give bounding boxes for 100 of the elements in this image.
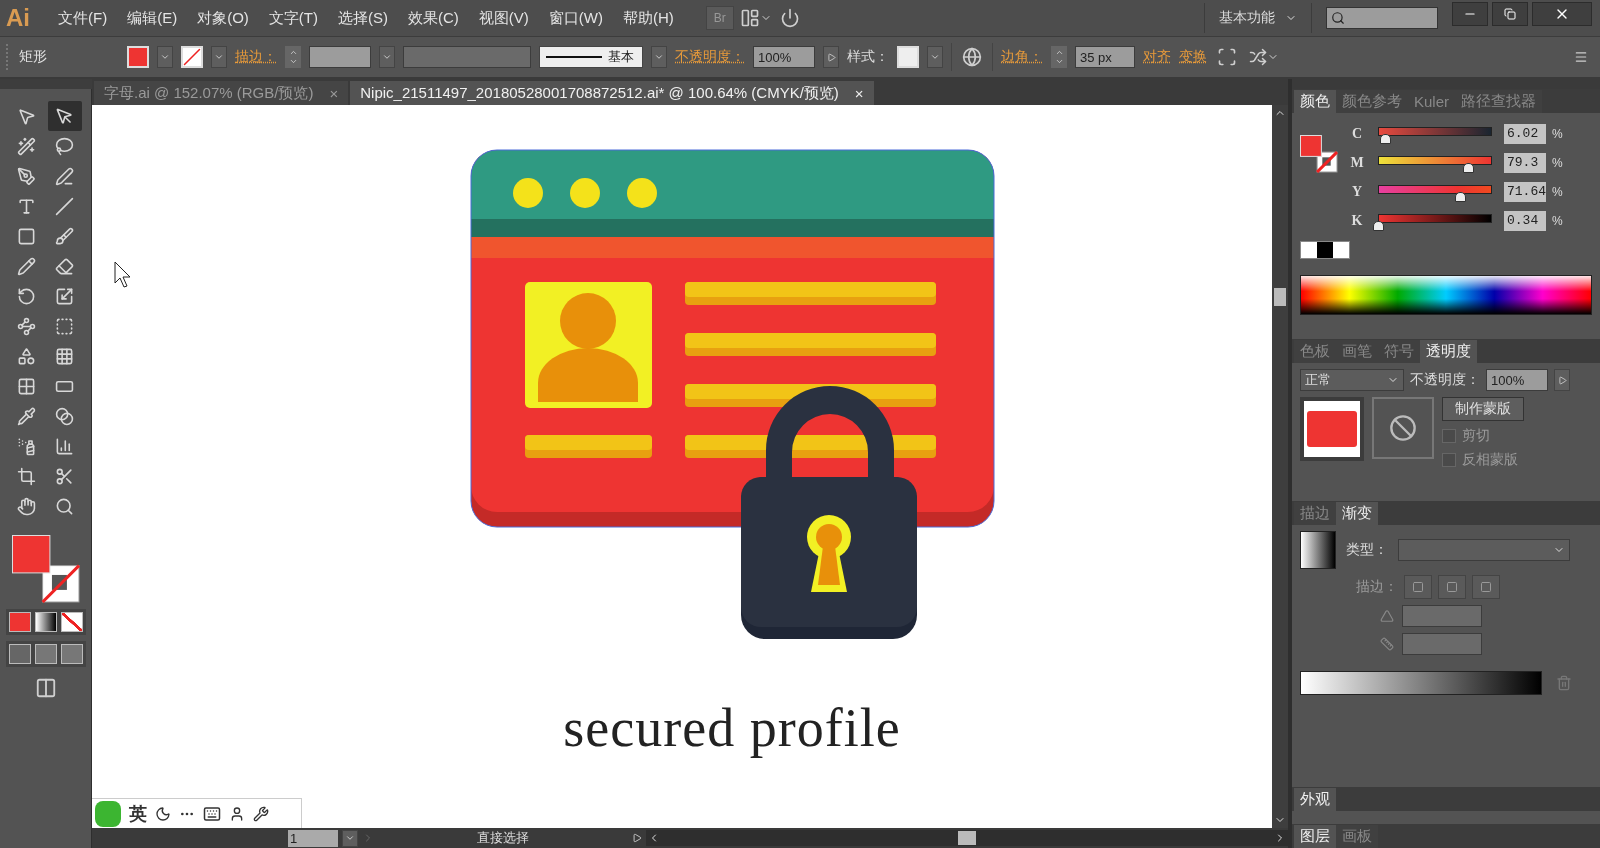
- fill-stroke-swatch[interactable]: [11, 535, 80, 603]
- menu-item[interactable]: 文件(F): [50, 4, 116, 32]
- panel-tab[interactable]: 颜色: [1294, 90, 1336, 113]
- cursor-icon: [114, 261, 131, 288]
- workspace-switcher[interactable]: 基本功能: [1204, 3, 1312, 33]
- checkbox-label: 剪切: [1462, 427, 1490, 445]
- unit-label: %: [1552, 184, 1563, 199]
- make-mask-button[interactable]: 制作蒙版: [1442, 397, 1524, 421]
- channel-value-field[interactable]: 6.02: [1504, 123, 1546, 144]
- slider-thumb[interactable]: [1454, 191, 1466, 202]
- recolor-button[interactable]: [960, 45, 984, 69]
- stroke-weight-field[interactable]: [309, 46, 371, 68]
- profile-field[interactable]: [403, 46, 531, 68]
- fill-swatch[interactable]: [127, 46, 149, 68]
- document-tab[interactable]: Nipic_21511497_20180528001708872512.ai* @ 100.64% (CMYK/预览) ×: [350, 81, 874, 105]
- rotate-icon: [17, 286, 36, 306]
- close-button[interactable]: [1532, 2, 1592, 26]
- unit-label: %: [1552, 126, 1563, 141]
- panel-tab[interactable]: 图层: [1294, 825, 1336, 848]
- draw-mode-button[interactable]: [8, 644, 31, 664]
- panel-tab[interactable]: 渐变: [1336, 502, 1378, 525]
- object-thumbnail[interactable]: [1300, 397, 1364, 461]
- pencil-icon: [17, 256, 36, 276]
- channel-value-field[interactable]: 0.34: [1504, 210, 1546, 231]
- default-swatches[interactable]: [1300, 241, 1350, 259]
- restore-button[interactable]: [1492, 2, 1528, 26]
- slider-thumb[interactable]: [1463, 162, 1475, 173]
- stroke-link[interactable]: 描边：: [235, 48, 277, 66]
- grip-handle[interactable]: [6, 44, 11, 70]
- draw-mode-button[interactable]: [34, 644, 57, 664]
- angle-field[interactable]: [1402, 605, 1482, 627]
- caret-icon: [930, 52, 940, 62]
- stepper[interactable]: [1051, 46, 1067, 68]
- menu-item[interactable]: 对象(O): [189, 4, 257, 32]
- caret-icon: [654, 52, 664, 62]
- opacity-link[interactable]: 不透明度：: [675, 48, 745, 66]
- menu-item[interactable]: 视图(V): [470, 4, 537, 32]
- color-spectrum[interactable]: [1300, 275, 1592, 315]
- artboard-field[interactable]: 1: [288, 829, 338, 847]
- search-field[interactable]: [1326, 7, 1438, 29]
- type-label: 类型：: [1346, 541, 1388, 559]
- panel-link[interactable]: 对齐: [1143, 48, 1171, 66]
- dropdown-button[interactable]: [342, 829, 358, 847]
- stroke-gradient-button[interactable]: [1438, 575, 1466, 599]
- slider-thumb[interactable]: [1379, 133, 1391, 144]
- draw-mode-button[interactable]: [60, 644, 83, 664]
- panel-link[interactable]: 变换: [1179, 48, 1207, 66]
- slider-thumb[interactable]: [1373, 220, 1385, 231]
- none-mode-button[interactable]: [60, 612, 83, 632]
- menu-item[interactable]: 帮助(H): [614, 4, 682, 32]
- dashed-square-icon: [55, 316, 74, 336]
- stroke-gradient-button[interactable]: [1472, 575, 1500, 599]
- checkbox[interactable]: [1442, 453, 1456, 467]
- menu-item[interactable]: 文字(T): [260, 4, 326, 32]
- channel-value-field[interactable]: 79.3: [1504, 152, 1546, 173]
- panel-tab[interactable]: 透明度: [1420, 340, 1477, 363]
- color-mode-button[interactable]: [8, 612, 31, 632]
- mask-thumbnail[interactable]: [1372, 397, 1434, 459]
- corner-field[interactable]: 35 px: [1075, 46, 1135, 68]
- ime-mode[interactable]: 英: [129, 802, 147, 826]
- fill-stroke-swatch[interactable]: [1300, 135, 1338, 173]
- scroll-thumb[interactable]: [1274, 287, 1286, 306]
- opacity-field[interactable]: 100%: [1486, 369, 1548, 391]
- stroke-swatch[interactable]: [181, 46, 203, 68]
- gradient-swatch[interactable]: [1300, 531, 1336, 569]
- aspect-ratio-field[interactable]: [1402, 633, 1482, 655]
- restore-icon: [1504, 8, 1516, 20]
- vertical-scrollbar[interactable]: [1272, 105, 1288, 828]
- play-button[interactable]: [1554, 369, 1570, 391]
- scale-icon: [55, 286, 74, 306]
- wand-icon: [17, 136, 36, 156]
- stroke-gradient-button[interactable]: [1404, 575, 1432, 599]
- up-icon: [1054, 48, 1064, 57]
- stroke-style-dropdown[interactable]: 基本: [539, 46, 643, 68]
- style-swatch[interactable]: [897, 46, 919, 68]
- menu-item[interactable]: 窗口(W): [540, 4, 611, 32]
- direct-selection-tool[interactable]: [47, 101, 82, 131]
- panel-tab[interactable]: 外观: [1294, 788, 1336, 811]
- circles-icon: [55, 406, 74, 426]
- menu-item[interactable]: 效果(C): [400, 4, 467, 32]
- opacity-field[interactable]: 100%: [753, 46, 815, 68]
- tab-close[interactable]: ×: [329, 84, 339, 102]
- caret-icon: [345, 833, 355, 843]
- minimize-button[interactable]: [1452, 2, 1488, 26]
- tab-close[interactable]: ×: [854, 84, 864, 102]
- menu-item[interactable]: 编辑(E): [119, 4, 186, 32]
- corner-link[interactable]: 边角：: [1001, 48, 1043, 66]
- scroll-thumb[interactable]: [958, 831, 976, 845]
- stepper[interactable]: [285, 46, 301, 68]
- play-button[interactable]: [823, 46, 839, 68]
- globe-icon: [962, 47, 982, 67]
- horizontal-scrollbar[interactable]: [646, 830, 1288, 846]
- gradient-mode-button[interactable]: [34, 612, 57, 632]
- blend-mode-dropdown[interactable]: 正常: [1300, 369, 1404, 391]
- channel-value-field[interactable]: 71.64: [1504, 181, 1546, 202]
- menu-item[interactable]: 选择(S): [330, 4, 396, 32]
- caret-icon: [382, 52, 392, 62]
- keyboard-icon: [203, 805, 221, 823]
- checkbox[interactable]: [1442, 429, 1456, 443]
- document-tab[interactable]: 字母.ai @ 152.07% (RGB/预览) ×: [94, 81, 349, 105]
